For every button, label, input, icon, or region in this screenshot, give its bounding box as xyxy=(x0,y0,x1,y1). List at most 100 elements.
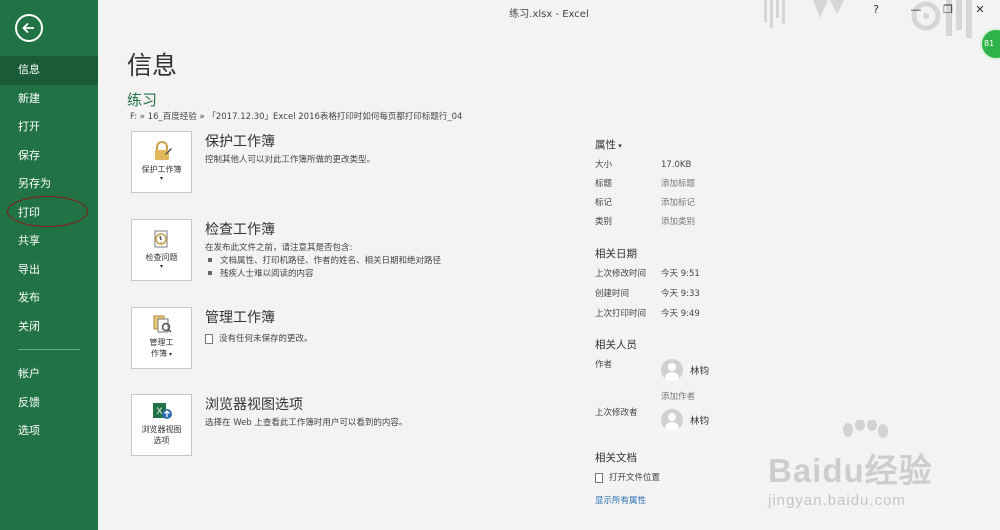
nav-info[interactable]: 信息 xyxy=(0,56,98,85)
last-modified-by-label: 上次修改者 xyxy=(595,408,638,418)
nav-save-as[interactable]: 另存为 xyxy=(0,170,98,199)
chevron-down-icon: ▾ xyxy=(616,142,622,150)
add-author-link[interactable]: 添加作者 xyxy=(661,390,695,402)
prop-key: 大小 xyxy=(595,160,613,170)
nav-publish[interactable]: 发布 xyxy=(0,284,98,313)
help-button[interactable]: ? xyxy=(866,3,886,16)
nav-close[interactable]: 关闭 xyxy=(0,313,98,342)
related-people-header: 相关人员 xyxy=(595,339,637,351)
protect-workbook-desc: 控制其他人可以对此工作簿所做的更改类型。 xyxy=(205,155,376,165)
bullet-text: 残疾人士难以阅读的内容 xyxy=(220,269,314,279)
info-panel: 信息 练习 F: » 16_百度经验 » 「2017.12.30」Excel 2… xyxy=(98,24,1000,530)
prop-key: 上次打印时间 xyxy=(595,309,647,319)
modifier-person[interactable]: 林钧 xyxy=(661,408,709,432)
author-name: 林钧 xyxy=(690,366,710,377)
properties-header: 属性 xyxy=(595,139,616,151)
backstage-nav: 信息 新建 打开 保存 另存为 打印 共享 导出 发布 关闭 帐户 反馈 选项 xyxy=(0,56,98,446)
open-file-location-link[interactable]: 打开文件位置 xyxy=(595,471,660,483)
restore-button[interactable]: ❐ xyxy=(938,3,958,16)
nav-share[interactable]: 共享 xyxy=(0,227,98,256)
manage-workbook-desc-row: 没有任何未保存的更改。 xyxy=(205,332,313,344)
nav-divider xyxy=(18,349,80,350)
manage-workbook-title: 管理工作簿 xyxy=(205,310,275,326)
manage-icon xyxy=(153,315,172,333)
document-name: 练习 xyxy=(127,91,158,109)
inspect-workbook-title: 检查工作簿 xyxy=(205,222,275,238)
nav-account[interactable]: 帐户 xyxy=(0,360,98,389)
close-window-button[interactable]: ✕ xyxy=(970,3,990,16)
prop-row-size: 大小 17.0KB xyxy=(595,158,691,170)
author-person[interactable]: 林钧 xyxy=(661,358,709,382)
prop-key: 上次修改时间 xyxy=(595,269,647,279)
properties-dropdown[interactable]: 属性 ▾ xyxy=(595,137,622,152)
arrow-left-icon xyxy=(22,22,34,34)
inspect-bullets: 文档属性、打印机路径、作者的姓名、相关日期和绝对路径 残疾人士难以阅读的内容 xyxy=(205,255,441,281)
page-title: 信息 xyxy=(127,51,178,80)
prop-value: 17.0KB xyxy=(661,160,692,170)
prop-key: 标题 xyxy=(595,179,613,189)
protect-workbook-button[interactable]: 保护工作簿 ▾ xyxy=(131,131,192,193)
prop-key: 创建时间 xyxy=(595,289,630,299)
browser-view-desc: 选择在 Web 上查看此工作簿时用户可以看到的内容。 xyxy=(205,418,408,428)
modifier-name: 林钧 xyxy=(690,416,710,427)
add-title-field[interactable]: 添加标题 xyxy=(661,179,695,189)
prop-key: 类别 xyxy=(595,217,613,227)
list-item: 残疾人士难以阅读的内容 xyxy=(205,268,441,281)
browser-view-icon: X xyxy=(152,403,172,419)
svg-text:X: X xyxy=(156,406,162,416)
check-issues-button-label: 检查问题 xyxy=(145,253,178,262)
manage-workbook-button-label-2: 作簿 xyxy=(151,349,168,358)
minimize-button[interactable]: — xyxy=(906,3,926,16)
prop-row-category[interactable]: 类别 添加类别 xyxy=(595,215,695,227)
nav-save[interactable]: 保存 xyxy=(0,142,98,171)
inspect-workbook-desc: 在发布此文件之前，请注意其是否包含: xyxy=(205,243,353,253)
related-docs-header: 相关文档 xyxy=(595,452,637,464)
prop-value: 今天 9:33 xyxy=(661,289,700,299)
protect-workbook-title: 保护工作簿 xyxy=(205,134,275,150)
avatar xyxy=(661,409,683,431)
chevron-down-icon: ▾ xyxy=(159,263,163,270)
manage-workbook-button[interactable]: 管理工 作簿 ▾ xyxy=(131,307,192,369)
add-category-field[interactable]: 添加类别 xyxy=(661,217,695,227)
browser-view-button-label-2: 选项 xyxy=(153,436,170,445)
protect-workbook-button-label: 保护工作簿 xyxy=(141,165,182,174)
prop-row-title[interactable]: 标题 添加标题 xyxy=(595,177,695,189)
check-issues-button[interactable]: 检查问题 ▾ xyxy=(131,219,192,281)
open-file-location-label: 打开文件位置 xyxy=(609,473,661,483)
title-bar: 练习.xlsx - Excel ? — ❐ ✕ 81 xyxy=(98,0,1000,60)
nav-new[interactable]: 新建 xyxy=(0,85,98,114)
date-row-printed: 上次打印时间 今天 9:49 xyxy=(595,307,700,319)
document-icon xyxy=(205,333,213,344)
manage-workbook-button-label-1: 管理工 xyxy=(149,338,174,347)
prop-value: 今天 9:49 xyxy=(661,309,700,319)
related-dates-header: 相关日期 xyxy=(595,248,637,260)
document-icon xyxy=(595,472,603,483)
document-path[interactable]: F: » 16_百度经验 » 「2017.12.30」Excel 2016表格打… xyxy=(130,110,462,122)
nav-feedback[interactable]: 反馈 xyxy=(0,389,98,418)
backstage-sidebar: 信息 新建 打开 保存 另存为 打印 共享 导出 发布 关闭 帐户 反馈 选项 xyxy=(0,0,98,530)
bullet-icon xyxy=(208,271,212,275)
prop-value: 今天 9:51 xyxy=(661,269,700,279)
back-button[interactable] xyxy=(15,14,43,42)
bullet-text: 文档属性、打印机路径、作者的姓名、相关日期和绝对路径 xyxy=(220,256,442,266)
date-row-created: 创建时间 今天 9:33 xyxy=(595,287,700,299)
inspect-icon xyxy=(154,230,167,248)
avatar xyxy=(661,359,683,381)
browser-view-options-button[interactable]: X 浏览器视图 选项 xyxy=(131,394,192,456)
nav-export[interactable]: 导出 xyxy=(0,256,98,285)
chevron-down-icon: ▾ xyxy=(159,175,163,182)
chevron-down-icon: ▾ xyxy=(167,351,172,358)
prop-row-tags[interactable]: 标记 添加标记 xyxy=(595,196,695,208)
prop-key: 标记 xyxy=(595,198,613,208)
browser-view-title: 浏览器视图选项 xyxy=(205,397,303,413)
manage-workbook-desc: 没有任何未保存的更改。 xyxy=(219,334,313,344)
show-all-properties-link[interactable]: 显示所有属性 xyxy=(595,494,646,506)
nav-open[interactable]: 打开 xyxy=(0,113,98,142)
lock-icon xyxy=(154,141,172,160)
nav-options[interactable]: 选项 xyxy=(0,417,98,446)
date-row-modified: 上次修改时间 今天 9:51 xyxy=(595,267,700,279)
list-item: 文档属性、打印机路径、作者的姓名、相关日期和绝对路径 xyxy=(205,255,441,268)
author-label: 作者 xyxy=(595,360,613,370)
nav-print[interactable]: 打印 xyxy=(0,199,98,228)
add-tags-field[interactable]: 添加标记 xyxy=(661,198,695,208)
